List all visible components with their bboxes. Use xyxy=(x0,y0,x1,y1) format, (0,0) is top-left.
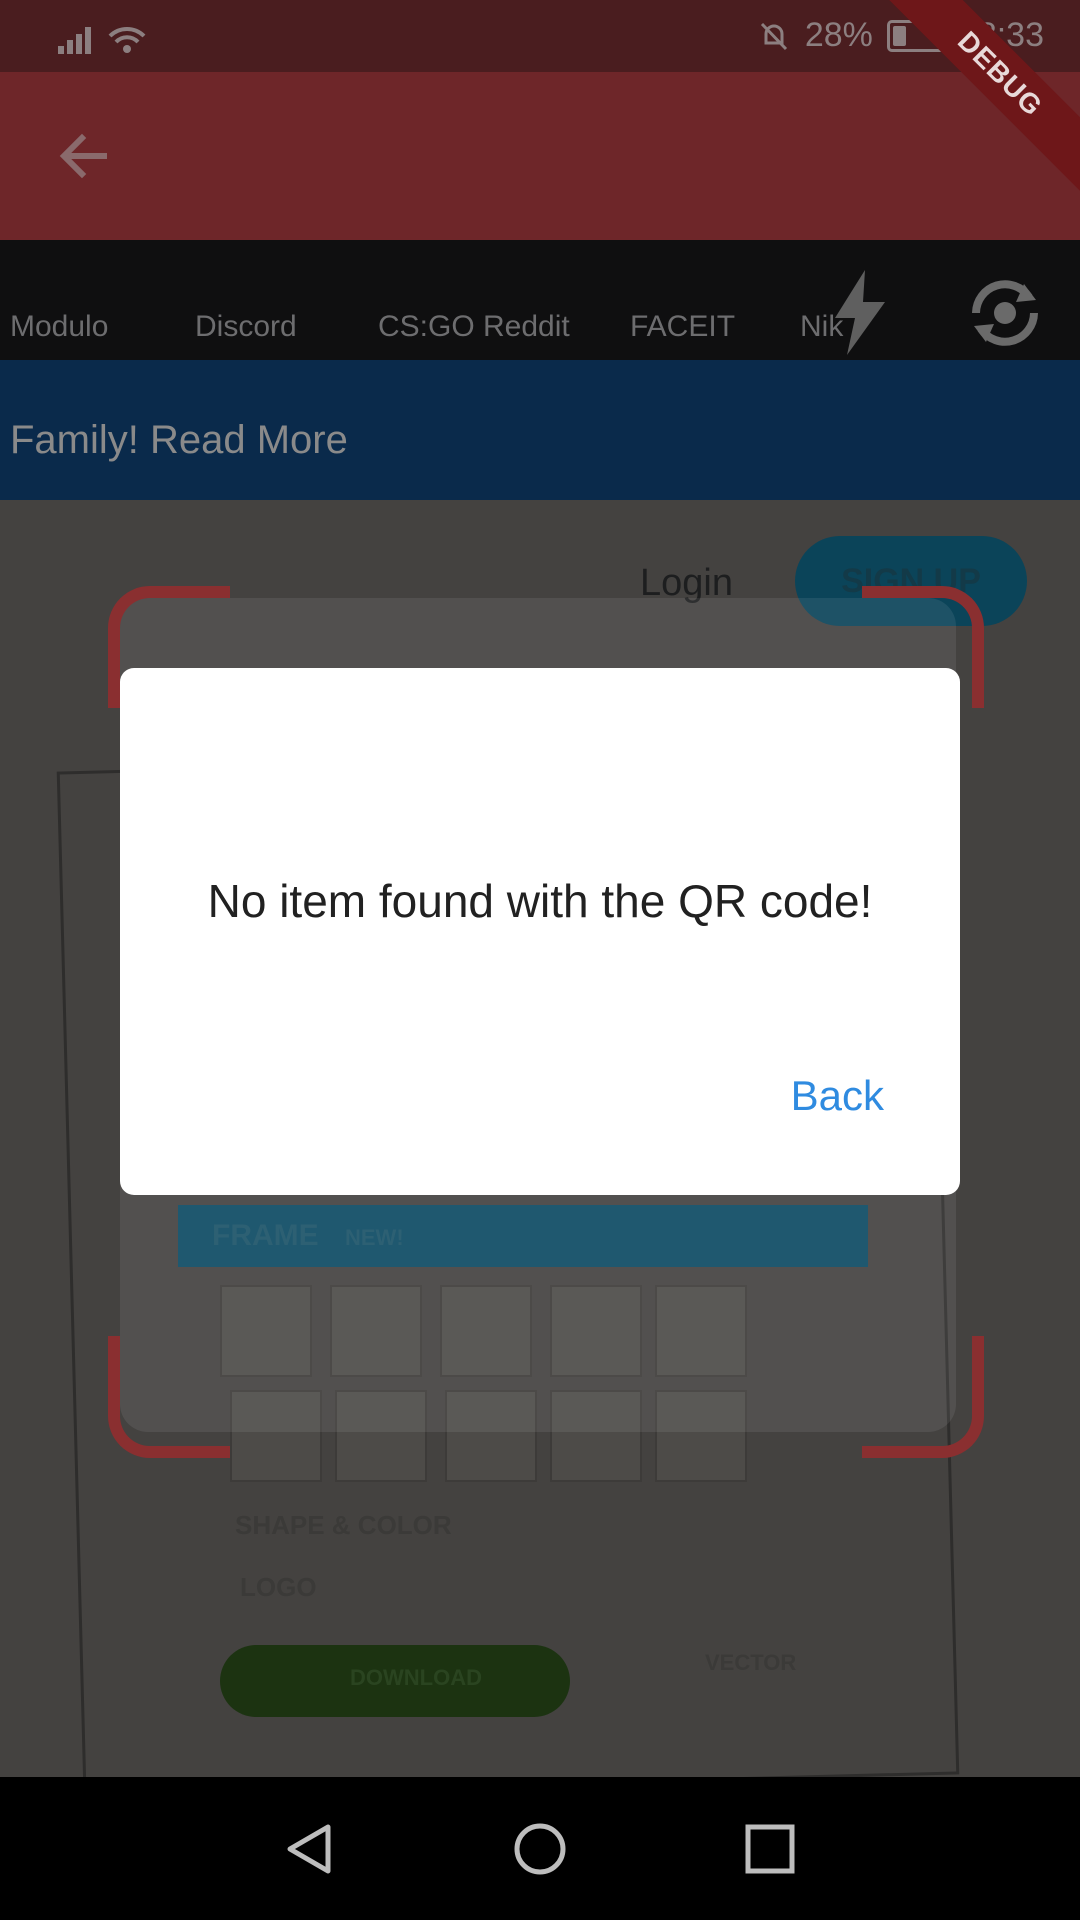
signal-icon xyxy=(58,26,146,54)
preview-download-label: DOWNLOAD xyxy=(350,1665,482,1690)
home-circle-icon[interactable] xyxy=(512,1821,568,1877)
back-triangle-icon[interactable] xyxy=(282,1821,338,1877)
navigation-bar xyxy=(0,1777,1080,1920)
preview-banner: Family! Read More xyxy=(0,360,1080,500)
preview-shape-color: SHAPE & COLOR xyxy=(235,1510,452,1540)
preview-vector: VECTOR xyxy=(705,1650,797,1675)
preview-download: DOWNLOAD xyxy=(220,1645,570,1717)
scan-corner-bottom-left xyxy=(108,1336,230,1458)
mute-bell-icon xyxy=(760,22,787,50)
preview-browser-tabs: Modulo Discord CS:GO Reddit FACEIT Nik xyxy=(0,240,1080,360)
preview-banner-text: Family! Read More xyxy=(10,418,348,462)
preview-tab: CS:GO Reddit xyxy=(378,310,570,343)
dialog-message: No item found with the QR code! xyxy=(207,875,873,927)
back-button[interactable]: Back xyxy=(791,1072,884,1120)
preview-tab: Modulo xyxy=(10,310,109,343)
scan-corner-bottom-right xyxy=(862,1336,984,1458)
battery-fill xyxy=(892,25,906,46)
arrow-back-icon[interactable] xyxy=(52,124,116,188)
battery-percent: 28% xyxy=(804,16,873,54)
app-bar xyxy=(0,72,1080,240)
preview-logo: LOGO xyxy=(240,1572,317,1602)
recents-square-icon[interactable] xyxy=(742,1821,798,1877)
flash-icon[interactable] xyxy=(835,270,885,355)
alert-dialog: No item found with the QR code! Back xyxy=(120,668,960,1195)
preview-tab: FACEIT xyxy=(630,310,736,343)
switch-camera-icon[interactable] xyxy=(962,270,1048,356)
preview-tab: Discord xyxy=(195,310,297,343)
